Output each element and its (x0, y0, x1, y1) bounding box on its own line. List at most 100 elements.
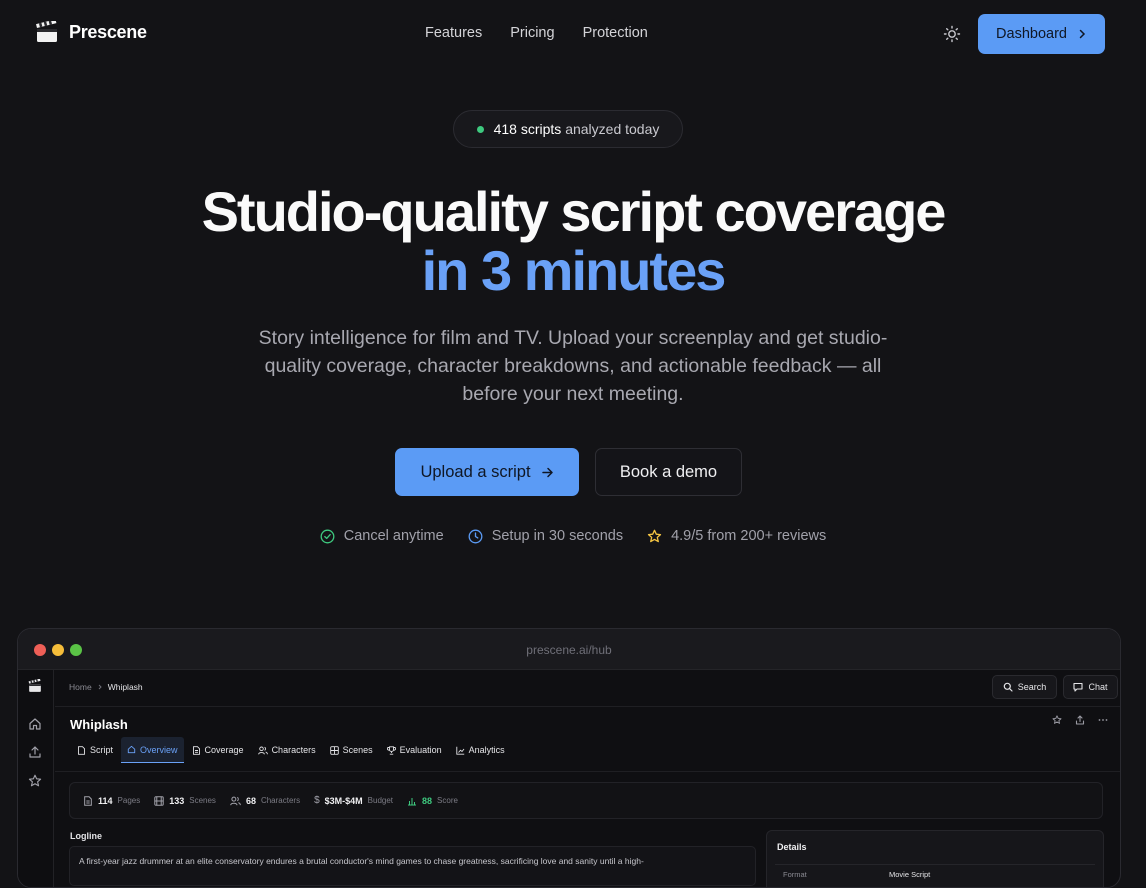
bar-chart-icon (407, 796, 417, 806)
tab-overview[interactable]: Overview (121, 737, 184, 763)
chevron-right-icon (97, 684, 103, 690)
chat-button-label: Chat (1088, 682, 1108, 692)
details-row-format: Format Movie Script (775, 864, 1095, 879)
tab-script-label: Script (90, 745, 114, 755)
script-stats-bar: 114 Pages 133 Scenes 68 Characters $ $3M… (69, 782, 1103, 819)
details-panel: Details Format Movie Script (766, 830, 1104, 887)
document-icon (192, 745, 201, 755)
stat-score: 88 Score (407, 796, 458, 806)
stat-pages-value: 114 (98, 795, 113, 806)
home-icon[interactable] (28, 717, 42, 731)
tab-coverage[interactable]: Coverage (186, 737, 250, 763)
clock-icon (468, 529, 483, 544)
breadcrumb-current: Whiplash (107, 682, 143, 692)
users-icon (230, 796, 241, 806)
nav-link-features[interactable]: Features (425, 25, 482, 41)
chat-icon (1073, 682, 1084, 692)
chat-button[interactable]: Chat (1063, 675, 1118, 699)
tab-script[interactable]: Script (71, 737, 119, 763)
tab-analytics-label: Analytics (468, 745, 505, 755)
clapperboard-icon[interactable] (28, 679, 42, 693)
tab-overview-label: Overview (140, 744, 178, 755)
badge-rest: analyzed today (565, 121, 660, 137)
logline-text: A first-year jazz drummer at an elite co… (79, 856, 644, 866)
stat-scenes-value: 133 (169, 795, 185, 806)
star-icon[interactable] (28, 774, 42, 788)
top-nav: Prescene Features Pricing Protection Das… (0, 0, 1146, 68)
star-icon[interactable] (1052, 715, 1062, 725)
header-divider (55, 706, 1120, 707)
film-icon (154, 795, 164, 806)
upload-script-label: Upload a script (420, 462, 531, 481)
dashboard-button-label: Dashboard (996, 26, 1067, 42)
trust-item-cancel: Cancel anytime (320, 528, 444, 544)
stat-budget-value: $3M-$4M (324, 795, 363, 806)
trust-label-reviews: 4.9/5 from 200+ reviews (671, 528, 827, 544)
breadcrumb-home[interactable]: Home (69, 682, 92, 692)
tab-scenes-label: Scenes (342, 745, 373, 755)
brand-name: Prescene (69, 21, 147, 42)
upload-script-button[interactable]: Upload a script (395, 448, 579, 496)
search-button-label: Search (1017, 682, 1047, 692)
star-icon (647, 529, 662, 544)
document-title: Whiplash (70, 717, 128, 732)
stat-scenes-label: Scenes (189, 796, 216, 805)
chevron-right-icon (1077, 29, 1087, 39)
stat-pages-label: Pages (117, 796, 141, 805)
hero-title-line1: Studio-quality script coverage (201, 180, 947, 243)
stat-score-label: Score (437, 796, 458, 805)
breadcrumb: Home Whiplash (69, 682, 143, 692)
users-icon (257, 746, 268, 755)
stat-budget-label: Budget (367, 796, 394, 805)
trust-item-setup: Setup in 30 seconds (468, 528, 623, 544)
stat-characters-label: Characters (260, 796, 301, 805)
grid-icon (329, 745, 339, 755)
app-main: Home Whiplash Search Chat Whiplash Scrip… (55, 670, 1120, 887)
tab-analytics[interactable]: Analytics (450, 737, 511, 763)
trust-item-reviews: 4.9/5 from 200+ reviews (647, 528, 826, 544)
more-options-icon[interactable] (1098, 715, 1108, 725)
search-icon (1003, 682, 1013, 692)
details-value: Movie Script (889, 870, 931, 879)
clapperboard-icon (35, 21, 59, 43)
file-icon (77, 745, 86, 755)
tab-scenes[interactable]: Scenes (324, 737, 379, 763)
file-icon (83, 795, 93, 806)
nav-link-pricing[interactable]: Pricing (510, 25, 554, 41)
search-button[interactable]: Search (992, 675, 1057, 699)
share-icon[interactable] (1075, 715, 1085, 725)
tab-evaluation-label: Evaluation (399, 745, 442, 755)
details-heading: Details (777, 842, 807, 852)
brand[interactable]: Prescene (35, 21, 147, 43)
chart-icon (455, 746, 465, 755)
trust-label-cancel: Cancel anytime (343, 528, 444, 544)
hero-subtitle: Story intelligence for film and TV. Uplo… (258, 327, 888, 405)
tab-coverage-label: Coverage (204, 745, 244, 755)
trophy-icon (386, 745, 396, 755)
app-side-rail (18, 670, 54, 887)
dashboard-button[interactable]: Dashboard (978, 14, 1105, 54)
stat-budget: $ $3M-$4M Budget (314, 795, 393, 806)
app-preview-window: prescene.ai/hub Home Whiplash Search Cha… (17, 628, 1121, 888)
stat-score-value: 88 (422, 795, 433, 806)
book-demo-button[interactable]: Book a demo (595, 448, 742, 496)
document-tabs: Script Overview Coverage Characters Scen… (71, 737, 511, 763)
hero-title-line2: in 3 minutes (421, 239, 727, 302)
badge-text: 418 scripts analyzed today (494, 121, 660, 137)
scripts-analyzed-badge: 418 scripts analyzed today (453, 110, 683, 148)
stat-characters: 68 Characters (230, 796, 300, 806)
arrow-right-icon (541, 466, 554, 479)
theme-toggle-sun-icon[interactable] (942, 24, 962, 44)
tab-evaluation[interactable]: Evaluation (381, 737, 448, 763)
stat-scenes: 133 Scenes (154, 796, 216, 806)
check-circle-icon (320, 529, 335, 544)
document-actions (1052, 715, 1108, 725)
tab-characters[interactable]: Characters (252, 737, 322, 763)
upload-icon[interactable] (28, 745, 42, 759)
nav-link-protection[interactable]: Protection (583, 25, 648, 41)
logline-card: A first-year jazz drummer at an elite co… (69, 846, 756, 886)
home-icon (127, 745, 136, 754)
dollar-icon: $ (314, 795, 320, 806)
status-dot-icon (476, 125, 484, 133)
logline-heading: Logline (70, 831, 102, 841)
